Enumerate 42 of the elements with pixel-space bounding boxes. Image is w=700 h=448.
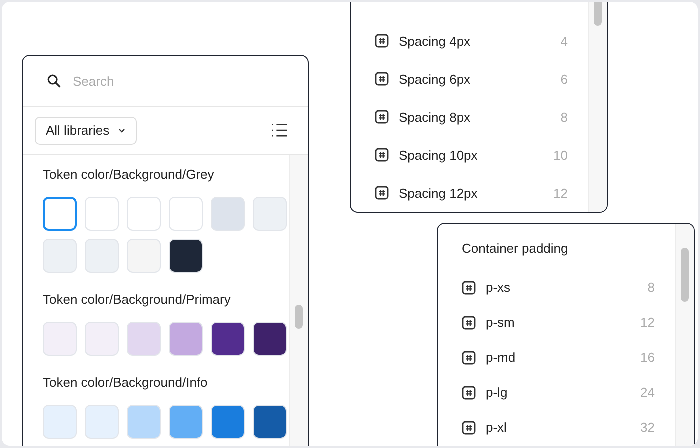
token-value: 12 bbox=[640, 315, 655, 330]
token-value: 4 bbox=[560, 34, 568, 48]
number-icon bbox=[462, 420, 476, 434]
number-icon bbox=[375, 34, 389, 48]
number-icon bbox=[462, 316, 476, 330]
number-icon bbox=[375, 148, 389, 162]
token-value: 24 bbox=[640, 385, 655, 400]
list-view-icon[interactable] bbox=[271, 123, 288, 138]
token-name[interactable]: Spacing 8px bbox=[399, 110, 561, 124]
scrollbar-thumb[interactable] bbox=[594, 2, 602, 26]
token-name[interactable]: p-xl bbox=[486, 420, 641, 435]
group-title: Token color/Background/Primary bbox=[43, 292, 232, 309]
token-name[interactable]: Spacing 4px bbox=[399, 34, 561, 48]
number-icon bbox=[375, 110, 389, 124]
token-name[interactable]: p-xs bbox=[486, 280, 648, 295]
group-title: Token color/Background/Grey bbox=[43, 167, 216, 184]
token-name[interactable]: p-lg bbox=[486, 385, 641, 400]
token-name[interactable]: p-sm bbox=[486, 315, 641, 330]
token-name[interactable]: Spacing 6px bbox=[399, 72, 561, 86]
section-title: Container padding bbox=[462, 241, 570, 258]
scrollbar-thumb[interactable] bbox=[681, 248, 689, 302]
number-icon bbox=[375, 72, 389, 86]
group-title: Token color/Background/Info bbox=[43, 375, 209, 392]
search-icon bbox=[47, 74, 61, 88]
number-icon bbox=[462, 280, 476, 294]
number-icon bbox=[462, 350, 476, 364]
token-value: 8 bbox=[560, 110, 568, 124]
caret-icon bbox=[118, 128, 126, 134]
token-name[interactable]: Spacing 10px bbox=[399, 148, 554, 162]
token-name[interactable]: p-md bbox=[486, 350, 641, 365]
scrollbar-thumb[interactable] bbox=[295, 305, 303, 329]
number-icon bbox=[375, 186, 389, 200]
number-icon bbox=[462, 386, 476, 400]
token-value: 12 bbox=[554, 186, 568, 200]
token-value: 16 bbox=[640, 350, 655, 365]
token-value: 8 bbox=[648, 280, 655, 295]
token-value: 32 bbox=[640, 420, 655, 435]
library-dropdown[interactable]: All libraries bbox=[35, 116, 137, 144]
token-value: 10 bbox=[554, 148, 568, 162]
color-swatch[interactable] bbox=[43, 197, 77, 231]
token-value: 6 bbox=[560, 72, 568, 86]
token-name[interactable]: Spacing 12px bbox=[399, 186, 554, 200]
